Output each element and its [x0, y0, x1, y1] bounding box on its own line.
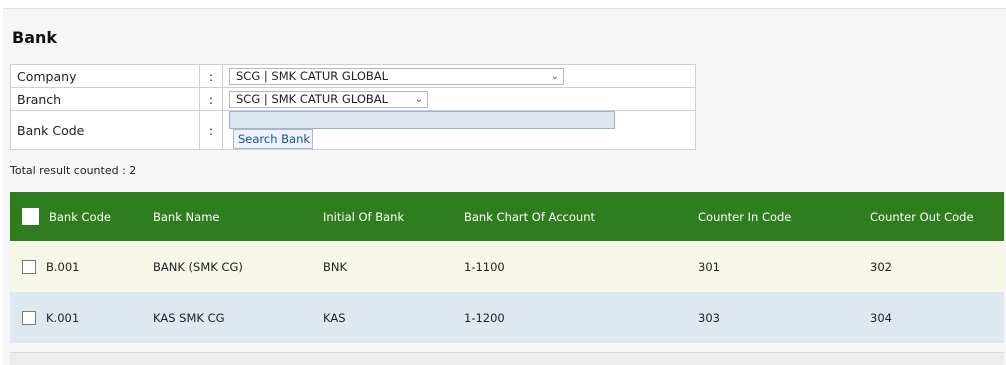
branch-select-value: SCG | SMK CATUR GLOBAL — [236, 92, 389, 106]
search-bank-button[interactable]: Search Bank — [233, 129, 314, 149]
branch-select[interactable]: SCG | SMK CATUR GLOBAL ⌄ — [229, 90, 428, 108]
header-counter-out-code: Counter Out Code — [870, 192, 1004, 241]
bank-grid: Bank Code Bank Name Initial Of Bank Bank… — [10, 192, 1004, 343]
row-checkbox[interactable] — [22, 310, 36, 325]
cell-bank-chart-of-account: 1-1100 — [464, 241, 698, 292]
row-checkbox[interactable] — [22, 259, 36, 274]
cell-bank-code: B.001 — [10, 241, 153, 292]
company-select[interactable]: SCG | SMK CATUR GLOBAL ⌄ — [229, 67, 564, 85]
grid-footer-bar — [10, 352, 1004, 365]
cell-counter-out-code: 304 — [870, 292, 1004, 343]
bank-code-label: Bank Code — [10, 110, 200, 150]
table-row[interactable]: B.001 BANK (SMK CG) BNK 1-1100 301 302 — [10, 241, 1004, 292]
bank-code-colon: : — [199, 110, 223, 150]
table-row[interactable]: K.001 KAS SMK CG KAS 1-1200 303 304 — [10, 292, 1004, 343]
header-bank-name: Bank Name — [153, 192, 323, 241]
header-bank-chart-of-account: Bank Chart Of Account — [464, 192, 698, 241]
cell-bank-code: K.001 — [10, 292, 153, 343]
bank-code-row: Bank Code : Search Bank — [10, 110, 696, 150]
grid-header-row: Bank Code Bank Name Initial Of Bank Bank… — [10, 192, 1004, 241]
bank-code-value: K.001 — [46, 310, 80, 325]
branch-label: Branch — [10, 87, 200, 111]
company-label: Company — [10, 64, 200, 88]
header-bank-code: Bank Code — [10, 192, 153, 241]
company-row: Company : SCG | SMK CATUR GLOBAL ⌄ — [10, 64, 696, 88]
cell-counter-in-code: 303 — [698, 292, 870, 343]
header-initial-of-bank: Initial Of Bank — [323, 192, 464, 241]
branch-row: Branch : SCG | SMK CATUR GLOBAL ⌄ — [10, 87, 696, 111]
branch-colon: : — [199, 87, 223, 111]
total-result-text: Total result counted : 2 — [10, 164, 137, 177]
cell-initial-of-bank: BNK — [323, 241, 464, 292]
filter-form: Company : SCG | SMK CATUR GLOBAL ⌄ Branc… — [10, 64, 696, 150]
chevron-down-icon: ⌄ — [414, 93, 423, 105]
branch-cell: SCG | SMK CATUR GLOBAL ⌄ — [222, 87, 696, 111]
cell-bank-name: KAS SMK CG — [153, 292, 323, 343]
bank-code-value: B.001 — [46, 259, 80, 274]
chevron-down-icon: ⌄ — [550, 70, 559, 82]
header-bank-code-label: Bank Code — [49, 209, 111, 224]
cell-counter-in-code: 301 — [698, 241, 870, 292]
cell-initial-of-bank: KAS — [323, 292, 464, 343]
cell-bank-name: BANK (SMK CG) — [153, 241, 323, 292]
select-all-checkbox[interactable] — [22, 208, 39, 225]
company-select-value: SCG | SMK CATUR GLOBAL — [236, 69, 389, 83]
cell-counter-out-code: 302 — [870, 241, 1004, 292]
page-title: Bank — [12, 28, 58, 47]
cell-bank-chart-of-account: 1-1200 — [464, 292, 698, 343]
bank-code-input[interactable] — [229, 111, 615, 129]
bank-code-cell: Search Bank — [222, 110, 696, 150]
company-colon: : — [199, 64, 223, 88]
header-counter-in-code: Counter In Code — [698, 192, 870, 241]
company-cell: SCG | SMK CATUR GLOBAL ⌄ — [222, 64, 696, 88]
